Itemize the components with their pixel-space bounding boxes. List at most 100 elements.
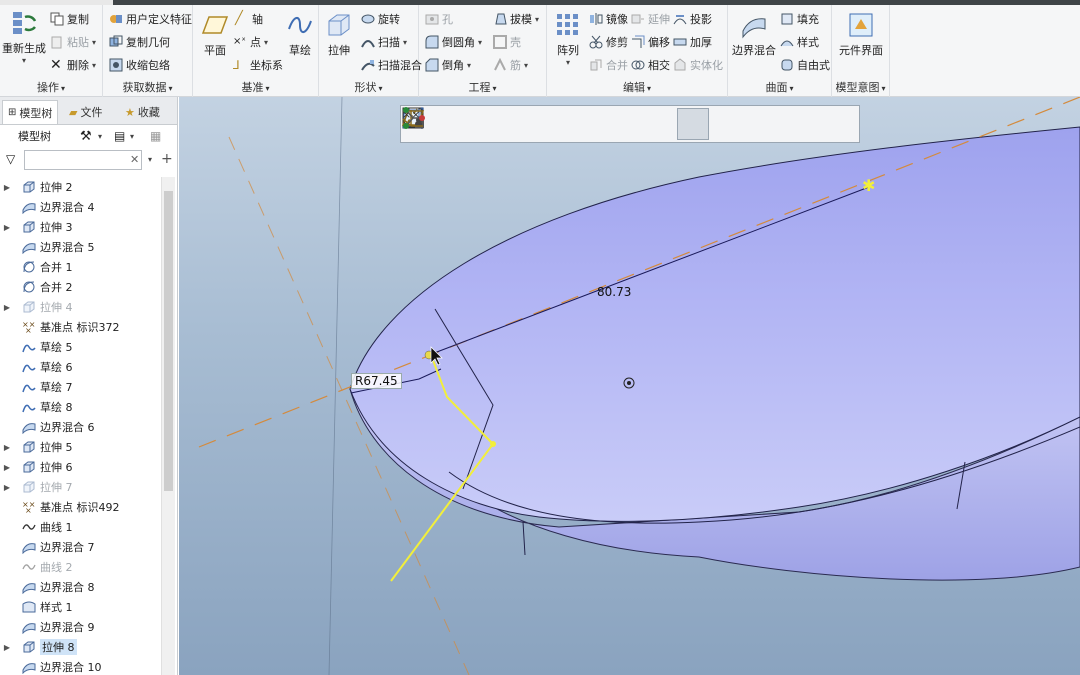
pattern-button[interactable]: 阵列 ▾ xyxy=(551,11,585,67)
tree-settings-dropdown[interactable]: ▾ xyxy=(98,132,102,141)
repaint-button[interactable] xyxy=(401,106,539,140)
tree-item[interactable]: 边界混合 8 xyxy=(0,577,162,597)
shrinkwrap-button[interactable]: 收缩包络 xyxy=(109,57,170,73)
regenerate-button[interactable]: 重新生成 ▾ xyxy=(2,9,46,65)
view-manager-button[interactable] xyxy=(402,107,641,140)
tree-item[interactable]: 草绘 7 xyxy=(0,377,162,397)
tree-item[interactable]: ×× × 基准点 标识492 xyxy=(0,497,162,517)
mirror-button[interactable]: 镜像 xyxy=(589,11,628,27)
boundary-blend-button[interactable]: 边界混合 xyxy=(730,11,778,58)
merge-button[interactable]: 合并 xyxy=(589,57,628,73)
group-label-engineering[interactable]: 工程 ▾ xyxy=(419,79,546,95)
group-label-operations[interactable]: 操作 ▾ xyxy=(0,79,102,95)
expand-arrow-icon[interactable]: ▶ xyxy=(0,183,14,192)
filter-icon[interactable]: ▽ xyxy=(6,152,15,166)
endpoint-star-icon[interactable]: ✱ xyxy=(862,176,875,195)
csys-display-toggle[interactable] xyxy=(402,108,811,140)
copy-geometry-button[interactable]: 复制几何 xyxy=(109,34,170,50)
expand-arrow-icon[interactable]: ▶ xyxy=(0,483,14,492)
freestyle-button[interactable]: 自由式 xyxy=(780,57,830,73)
group-label-get-data[interactable]: 获取数据 ▾ xyxy=(103,79,192,95)
solidify-button[interactable]: 实体化 xyxy=(673,57,723,73)
group-label-shapes[interactable]: 形状 ▾ xyxy=(319,79,418,95)
group-label-surfaces[interactable]: 曲面 ▾ xyxy=(728,79,831,95)
tree-item[interactable]: ▶ 拉伸 3 xyxy=(0,217,162,237)
revolve-button[interactable]: 旋转 xyxy=(361,11,400,27)
axis-display-toggle[interactable] xyxy=(404,108,743,140)
copy-button[interactable]: 复制 xyxy=(50,11,89,27)
tree-item[interactable]: ▶ 拉伸 2 xyxy=(0,177,162,197)
thicken-button[interactable]: 加厚 xyxy=(673,34,712,50)
sketch-button[interactable]: 草绘 xyxy=(283,11,317,58)
add-filter-icon[interactable]: + xyxy=(161,151,173,167)
tab-favorites[interactable]: ★ 收藏 xyxy=(120,100,165,124)
extrude-button[interactable]: 拉伸 xyxy=(321,11,357,58)
tree-item[interactable]: 合并 2 xyxy=(0,277,162,297)
dimension-radius-label[interactable]: R67.45 xyxy=(351,373,402,389)
udf-button[interactable]: 用户定义特征 xyxy=(109,11,192,27)
saved-orientations-button[interactable] xyxy=(404,108,607,140)
tree-columns-icon[interactable]: ▦ xyxy=(150,129,161,143)
group-label-datum[interactable]: 基准 ▾ xyxy=(193,79,318,95)
rib-button[interactable]: 筋 ▾ xyxy=(493,57,528,73)
tree-item[interactable]: 边界混合 9 xyxy=(0,617,162,637)
show-menu-dropdown[interactable]: ▾ xyxy=(130,132,134,141)
graphics-viewport[interactable]: ✱ 80.73 R67.45 ××× xyxy=(179,97,1080,675)
zoom-in-button[interactable] xyxy=(403,108,471,140)
tree-item[interactable]: 边界混合 7 xyxy=(0,537,162,557)
group-label-model-intent[interactable]: 模型意图 ▾ xyxy=(832,79,889,95)
group-label-editing[interactable]: 编辑 ▾ xyxy=(547,79,727,95)
tree-item[interactable]: 边界混合 10 xyxy=(0,657,162,675)
chamfer-button[interactable]: 倒角 ▾ xyxy=(425,57,471,73)
swept-blend-button[interactable]: 扫描混合 xyxy=(361,57,422,73)
draft-button[interactable]: 拔模 ▾ xyxy=(493,11,539,27)
paste-button[interactable]: 粘贴 ▾ xyxy=(50,34,96,50)
extend-button[interactable]: 延伸 xyxy=(631,11,670,27)
tree-item[interactable]: 边界混合 6 xyxy=(0,417,162,437)
clear-icon[interactable]: ✕ xyxy=(130,153,139,166)
sketch-vertex[interactable] xyxy=(490,441,496,447)
style-button[interactable]: 样式 xyxy=(780,34,819,50)
tab-files[interactable]: ▰ 文件 xyxy=(64,100,107,124)
axis-button[interactable]: ╱ 轴 xyxy=(235,11,263,27)
plane-button[interactable]: 平面 xyxy=(197,11,233,58)
intersect-button[interactable]: 相交 xyxy=(631,57,670,73)
tree-item[interactable]: ▶ 拉伸 7 xyxy=(0,477,162,497)
csys-button[interactable]: ⅃ 坐标系 xyxy=(233,57,283,73)
expand-arrow-icon[interactable]: ▶ xyxy=(0,303,14,312)
tree-item[interactable]: 草绘 8 xyxy=(0,397,162,417)
perspective-view-button[interactable] xyxy=(403,108,675,140)
tree-item[interactable]: ▶ 拉伸 8 xyxy=(0,637,162,657)
shell-button[interactable]: 壳 xyxy=(493,34,521,50)
tree-settings-icon[interactable]: ⚒ xyxy=(80,129,92,144)
trim-button[interactable]: 修剪 xyxy=(589,34,628,50)
fill-button[interactable]: 填充 xyxy=(780,11,819,27)
delete-button[interactable]: ✕ 删除 ▾ xyxy=(50,57,96,73)
hole-button[interactable]: 孔 xyxy=(425,11,453,27)
round-button[interactable]: 倒圆角 ▾ xyxy=(425,34,482,50)
dimension-length-label[interactable]: 80.73 xyxy=(594,285,634,299)
tree-search-input[interactable] xyxy=(24,150,142,170)
expand-arrow-icon[interactable]: ▶ xyxy=(0,463,14,472)
model-canvas[interactable]: ✱ xyxy=(179,97,1080,675)
point-button[interactable]: ×ˣ 点 ▾ xyxy=(233,34,268,50)
show-menu-icon[interactable]: ▤ xyxy=(114,129,125,143)
tree-item[interactable]: ×× × 基准点 标识372 xyxy=(0,317,162,337)
display-style-button[interactable] xyxy=(403,108,573,140)
tab-model-tree[interactable]: ⊞ 模型树 xyxy=(2,100,59,124)
tree-item[interactable]: 边界混合 5 xyxy=(0,237,162,257)
expand-arrow-icon[interactable]: ▶ xyxy=(0,223,14,232)
offset-button[interactable]: 偏移 xyxy=(631,34,670,50)
tree-item[interactable]: 曲线 1 xyxy=(0,517,162,537)
tree-item[interactable]: 草绘 6 xyxy=(0,357,162,377)
tree-item[interactable]: 曲线 2 xyxy=(0,557,162,577)
search-options-dropdown[interactable]: ▾ xyxy=(148,155,152,164)
tree-item[interactable]: ▶ 拉伸 4 xyxy=(0,297,162,317)
tree-item[interactable]: ▶ 拉伸 5 xyxy=(0,437,162,457)
annotation-display-toggle[interactable] xyxy=(403,107,845,140)
project-button[interactable]: 投影 xyxy=(673,11,712,27)
plane-display-toggle[interactable] xyxy=(401,108,709,140)
tree-scrollbar-thumb[interactable] xyxy=(164,191,173,491)
component-interface-button[interactable]: 元件界面 xyxy=(834,11,888,58)
zoom-out-button[interactable] xyxy=(403,108,505,140)
